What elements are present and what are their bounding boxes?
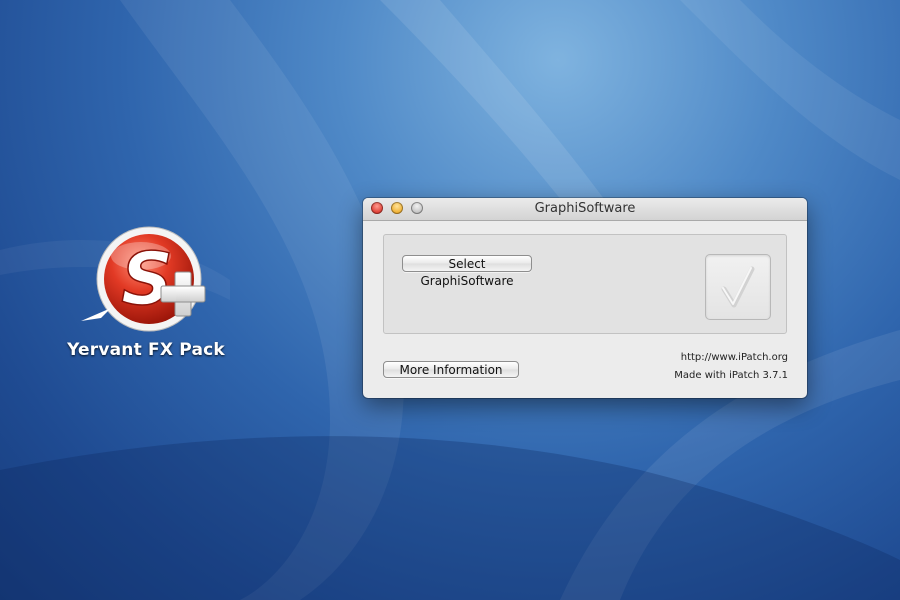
group-box: Select GraphiSoftware — [383, 234, 787, 334]
checkmark-well — [705, 254, 771, 320]
checkmark-icon — [721, 266, 755, 308]
yervant-s-plus-icon: S — [81, 226, 206, 332]
svg-text:S: S — [121, 237, 173, 321]
graphisoftware-window: GraphiSoftware Select GraphiSoftware Mor… — [363, 198, 807, 398]
made-with-text: Made with iPatch 3.7.1 — [674, 370, 788, 381]
desktop: S Yervant FX Pack GraphiSoftware Select … — [0, 0, 900, 600]
desktop-icon-label: Yervant FX Pack — [67, 340, 225, 360]
window-titlebar[interactable]: GraphiSoftware — [363, 198, 807, 221]
select-graphisoftware-button[interactable]: Select GraphiSoftware — [402, 255, 532, 288]
window-title: GraphiSoftware — [534, 201, 636, 216]
ipatch-url[interactable]: http://www.iPatch.org — [681, 352, 788, 363]
desktop-icon-yervant-fx-pack[interactable]: S Yervant FX Pack — [66, 226, 226, 360]
window-content: Select GraphiSoftware More Information h… — [363, 221, 807, 398]
more-information-button[interactable]: More Information — [383, 361, 519, 378]
